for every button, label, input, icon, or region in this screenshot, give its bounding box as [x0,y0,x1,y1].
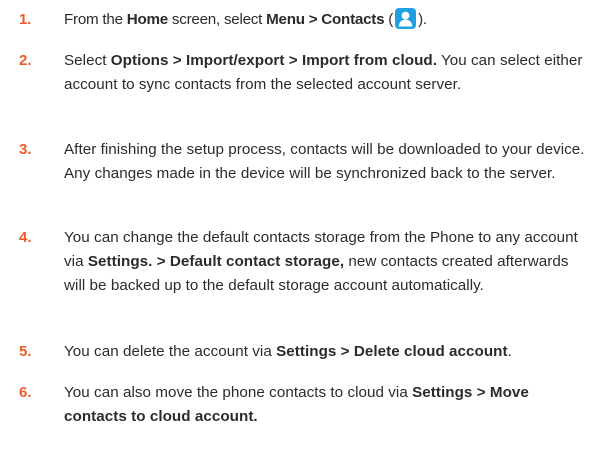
step-5: 5. You can delete the account via Settin… [0,340,526,364]
text-segment: ). [418,11,427,28]
text-segment: screen, select [167,11,267,28]
step-number: 6. [19,384,32,401]
bold-segment-import-path: Options > Import/export > Import from cl… [110,52,437,69]
step-text: From the Home screen, select Menu > Cont… [64,8,427,29]
text-segment: Select [64,52,111,69]
text-segment: . [507,343,512,360]
step-text: Select Options > Import/export > Import … [64,52,582,93]
step-text: After finishing the setup process, conta… [64,141,585,182]
step-text: You can also move the phone contacts to … [64,384,529,425]
bold-segment-delete-account: Settings > Delete cloud account [276,343,508,360]
step-number: 2. [19,52,32,69]
text-segment: From the [64,11,127,28]
step-4: 4. You can change the default contacts s… [0,226,607,298]
step-6: 6. You can also move the phone contacts … [0,381,607,429]
step-text: You can delete the account via Settings … [64,343,512,360]
text-segment: ( [384,11,394,28]
text-segment: You can also move the phone contacts to … [64,384,413,401]
step-number: 5. [19,343,32,360]
bold-segment-menu-contacts: Menu > Contacts [266,11,385,28]
step-text: You can change the default contacts stor… [64,229,578,294]
step-3: 3. After finishing the setup process, co… [0,138,607,186]
bold-segment-home: Home [126,11,168,28]
contacts-person-icon [395,8,417,29]
step-2: 2. Select Options > Import/export > Impo… [0,49,607,97]
text-segment: After finishing the setup process, conta… [64,141,585,182]
step-number: 3. [19,141,32,158]
step-number: 1. [19,11,32,28]
step-1: 1. From the Home screen, select Menu > C… [0,8,441,32]
step-number: 4. [19,229,32,246]
bold-segment-default-storage: Settings. > Default contact storage, [87,253,345,270]
text-segment: You can delete the account via [64,343,277,360]
